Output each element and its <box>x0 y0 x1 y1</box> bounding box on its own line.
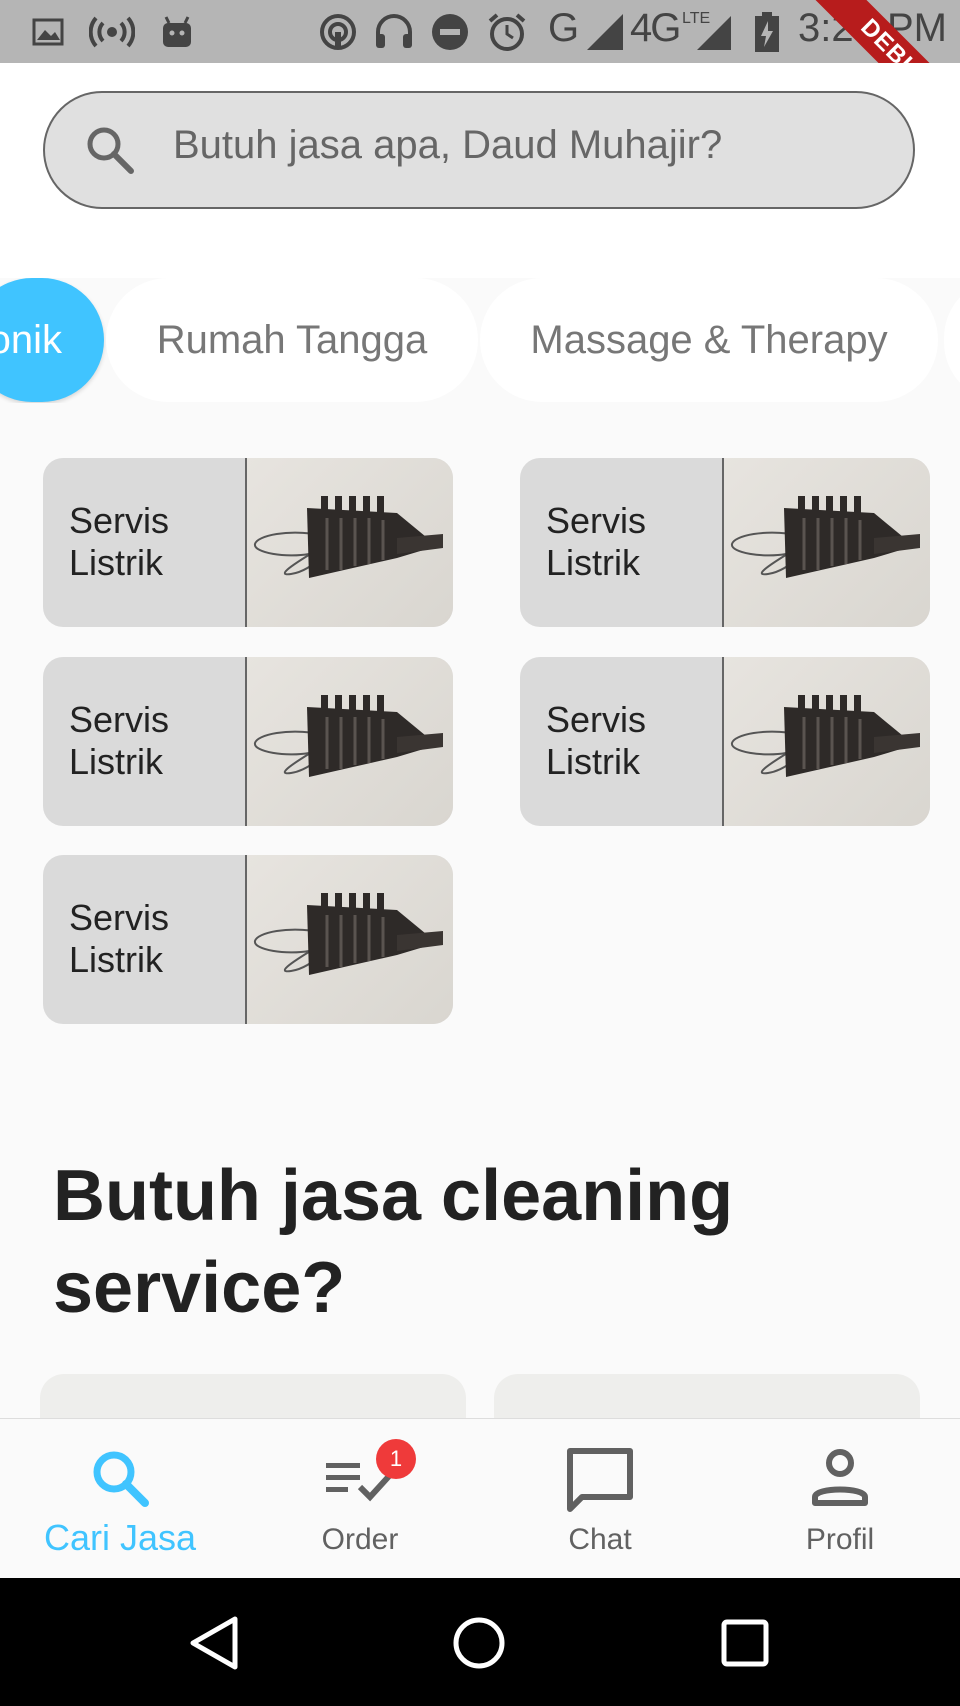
service-label-line1: Servis <box>546 699 647 740</box>
category-tabs: onik Rumah Tangga Massage & Therapy <box>0 278 960 403</box>
service-label-line2: Listrik <box>69 542 164 583</box>
search-input[interactable]: Butuh jasa apa, Daud Muhajir? <box>43 91 915 209</box>
chat-icon <box>480 1445 720 1515</box>
alarm-icon <box>486 12 528 52</box>
service-image <box>247 657 453 826</box>
cable-clamp-image <box>254 893 443 975</box>
order-badge: 1 <box>376 1439 416 1479</box>
cable-clamp-image <box>254 695 443 777</box>
category-chip-massage-therapy[interactable]: Massage & Therapy <box>480 278 938 402</box>
service-label: Servis Listrik <box>43 855 247 1024</box>
person-icon <box>720 1445 960 1515</box>
hotspot-icon <box>88 12 136 52</box>
battery-charging-icon <box>752 12 782 52</box>
nav-item-chat[interactable]: Chat <box>480 1419 720 1579</box>
service-label-line1: Servis <box>69 500 170 541</box>
recents-button[interactable] <box>710 1608 780 1678</box>
service-label-line1: Servis <box>69 699 170 740</box>
service-image <box>247 458 453 627</box>
service-label: Servis Listrik <box>43 657 247 826</box>
service-label-line2: Listrik <box>546 542 641 583</box>
home-button[interactable] <box>444 1608 514 1678</box>
do-not-disturb-icon <box>430 12 470 52</box>
network-g-label: G <box>548 6 580 50</box>
android-icon <box>160 12 194 52</box>
category-chip-more[interactable] <box>944 278 960 402</box>
search-icon <box>83 123 137 177</box>
nav-item-cari-jasa[interactable]: Cari Jasa <box>0 1419 240 1579</box>
cable-clamp-image <box>254 496 443 578</box>
service-card[interactable]: Servis Listrik <box>43 458 453 627</box>
promo-card[interactable] <box>40 1374 466 1424</box>
category-label: onik <box>0 317 62 362</box>
service-image <box>247 855 453 1024</box>
cable-clamp-image <box>731 496 920 578</box>
nav-label: Cari Jasa <box>43 1517 197 1558</box>
service-label-line2: Listrik <box>546 741 641 782</box>
nav-label: Order <box>321 1523 399 1556</box>
service-label: Servis Listrik <box>43 458 247 627</box>
nav-item-order[interactable]: 1 Order <box>240 1419 480 1579</box>
service-label-line1: Servis <box>546 500 647 541</box>
service-label: Servis Listrik <box>520 458 724 627</box>
promo-card[interactable] <box>494 1374 920 1424</box>
service-image <box>724 458 930 627</box>
cable-clamp-image <box>731 695 920 777</box>
service-label: Servis Listrik <box>520 657 724 826</box>
search-icon <box>0 1445 240 1515</box>
network-4g-label: 4G <box>630 6 681 50</box>
category-label: Massage & Therapy <box>530 317 888 362</box>
nav-item-profil[interactable]: Profil <box>720 1419 960 1579</box>
section-title: Butuh jasa cleaning service? <box>53 1156 734 1328</box>
service-label-line2: Listrik <box>69 939 164 980</box>
nav-label: Chat <box>568 1523 632 1556</box>
status-bar: G 4G LTE 3:26 PM DEBUG <box>0 0 960 151</box>
service-card[interactable]: Servis Listrik <box>43 657 453 826</box>
headset-icon <box>372 12 416 52</box>
nav-label: Profil <box>805 1523 875 1556</box>
category-chip-rumah-tangga[interactable]: Rumah Tangga <box>106 278 478 402</box>
back-button[interactable] <box>180 1608 250 1678</box>
service-label-line1: Servis <box>69 897 170 938</box>
service-card[interactable]: Servis Listrik <box>43 855 453 1024</box>
service-label-line2: Listrik <box>69 741 164 782</box>
signal-icon <box>584 12 626 52</box>
wifi-calling-icon <box>318 12 358 52</box>
search-placeholder: Butuh jasa apa, Daud Muhajir? <box>173 123 723 167</box>
image-icon <box>30 12 66 52</box>
system-navigation-bar <box>0 1578 960 1706</box>
order-check-icon <box>240 1445 480 1515</box>
clock: 3:26 PM <box>798 6 947 50</box>
header: Butuh jasa apa, Daud Muhajir? <box>0 63 960 278</box>
service-card[interactable]: Servis Listrik <box>520 458 930 627</box>
service-card[interactable]: Servis Listrik <box>520 657 930 826</box>
service-image <box>724 657 930 826</box>
category-label: Rumah Tangga <box>156 317 428 362</box>
signal-icon-2 <box>694 12 734 52</box>
bottom-navigation: Cari Jasa 1 Order Chat Profil <box>0 1418 960 1579</box>
category-chip-elektronik[interactable]: onik <box>0 278 104 402</box>
